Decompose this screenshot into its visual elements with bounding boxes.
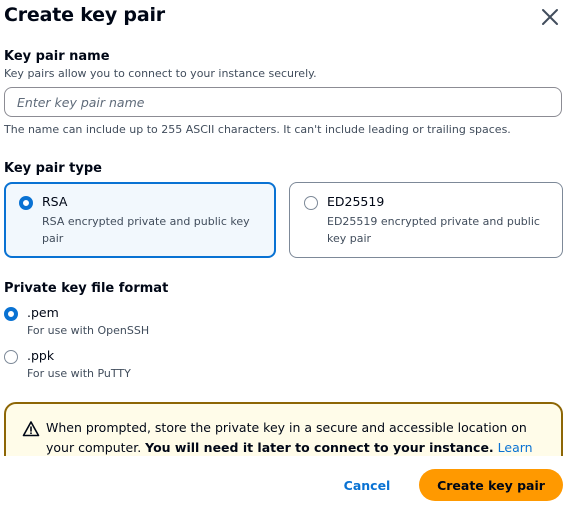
rsa-radio[interactable] [19, 196, 33, 210]
warning-icon [22, 421, 40, 437]
rsa-title: RSA [42, 194, 68, 209]
warning-alert: When prompted, store the private key in … [4, 402, 563, 456]
modal-title: Create key pair [4, 4, 165, 26]
alert-message: When prompted, store the private key in … [46, 418, 546, 456]
pem-radio[interactable] [4, 307, 18, 321]
rsa-description: RSA encrypted private and public key pai… [42, 215, 250, 245]
ed25519-description: ED25519 encrypted private and public key… [327, 215, 540, 245]
pem-description: For use with OpenSSH [27, 324, 150, 337]
ppk-radio[interactable] [4, 350, 18, 364]
key-pair-name-description: Key pairs allow you to connect to your i… [4, 67, 317, 80]
format-pem-option[interactable]: .pem For use with OpenSSH [4, 305, 204, 341]
key-type-ed25519-tile[interactable]: ED25519 ED25519 encrypted private and pu… [289, 182, 563, 258]
ed25519-title: ED25519 [327, 194, 385, 209]
key-pair-name-label: Key pair name [4, 49, 110, 64]
alert-emphasis: You will need it later to connect to you… [145, 440, 494, 455]
format-ppk-option[interactable]: .ppk For use with PuTTY [4, 348, 204, 384]
learn-more-link[interactable]: Learn [498, 440, 533, 455]
ppk-title: .ppk [27, 348, 55, 363]
ed25519-radio[interactable] [304, 196, 318, 210]
key-pair-name-constraint: The name can include up to 255 ASCII cha… [4, 123, 511, 136]
ppk-description: For use with PuTTY [27, 367, 131, 380]
modal-header: Create key pair [0, 0, 579, 40]
file-format-label: Private key file format [4, 281, 169, 296]
cancel-button[interactable]: Cancel [334, 469, 400, 501]
close-icon[interactable] [539, 6, 561, 28]
key-pair-type-label: Key pair type [4, 161, 102, 176]
modal-footer: Cancel Create key pair [0, 456, 579, 511]
modal-body: Key pair name Key pairs allow you to con… [0, 40, 579, 456]
create-key-pair-button[interactable]: Create key pair [419, 469, 563, 501]
pem-title: .pem [27, 305, 59, 320]
key-type-rsa-tile[interactable]: RSA RSA encrypted private and public key… [4, 182, 276, 258]
key-pair-name-input[interactable] [4, 87, 562, 117]
